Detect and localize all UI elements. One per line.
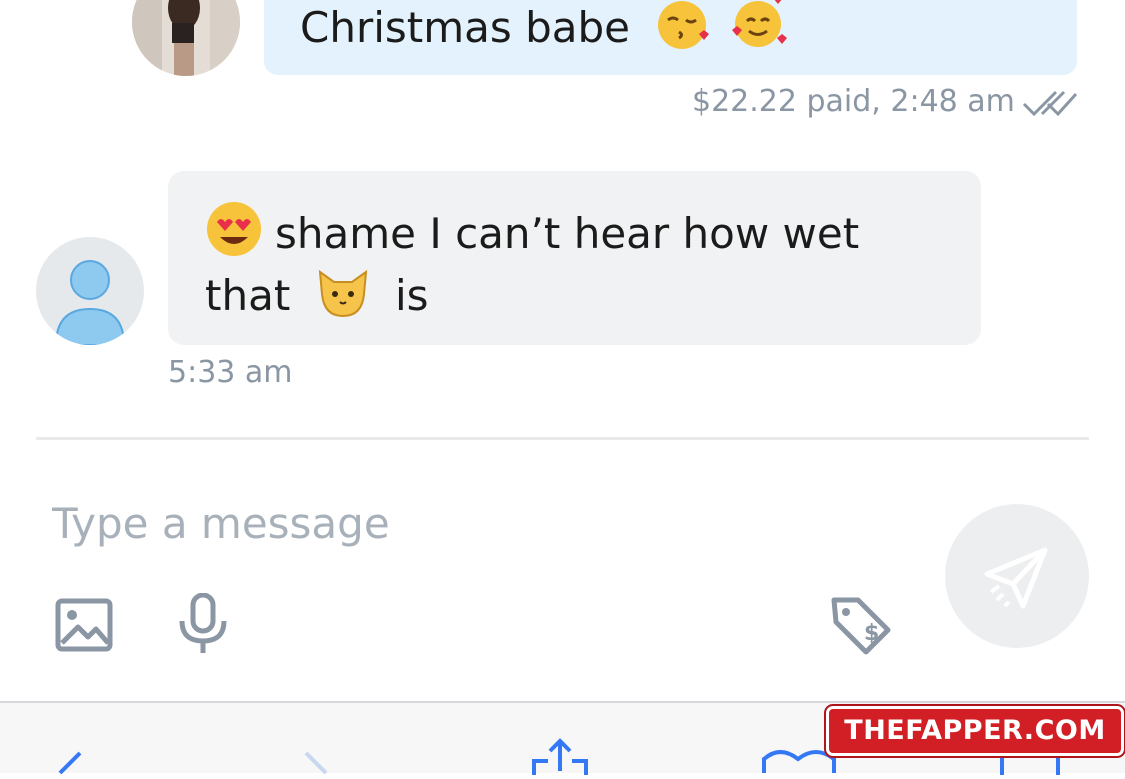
cat-face-icon: [314, 262, 372, 334]
received-message-time: 5:33 am: [168, 355, 293, 390]
sent-message-body: Christmas babe: [300, 3, 631, 52]
svg-text:$: $: [864, 621, 879, 646]
voice-message-button[interactable]: [172, 592, 234, 655]
set-price-button[interactable]: $: [828, 592, 891, 655]
contact-avatar[interactable]: [36, 237, 144, 345]
price-tag-icon: $: [831, 597, 891, 655]
received-message-line-1-text: shame I can’t hear how wet: [275, 209, 860, 258]
sender-avatar[interactable]: [132, 0, 240, 76]
avatar-photo: [132, 0, 240, 76]
send-button[interactable]: [945, 504, 1089, 648]
smiling-face-with-hearts-icon: [727, 0, 789, 64]
site-watermark: THEFAPPER.COM: [826, 706, 1124, 756]
share-icon[interactable]: [530, 737, 590, 779]
back-arrow-icon[interactable]: [50, 751, 90, 779]
composer-divider: [36, 437, 1089, 440]
forward-arrow-icon[interactable]: [298, 751, 338, 779]
add-media-button[interactable]: [54, 595, 116, 657]
received-message-line-2-start: that: [205, 271, 291, 320]
message-input[interactable]: [36, 490, 932, 556]
send-paper-plane-icon: [984, 547, 1048, 609]
image-icon: [55, 598, 113, 652]
sent-message-text: Christmas babe: [300, 0, 789, 64]
sent-message-meta: $22.22 paid, 2:48 am: [692, 84, 1015, 119]
received-message-line-2: that is: [205, 262, 429, 334]
received-message-line-2-end: is: [395, 271, 429, 320]
microphone-icon: [179, 592, 227, 653]
kissing-face-icon: [655, 0, 713, 64]
default-user-icon: [54, 260, 126, 345]
double-check-icon: [1022, 88, 1078, 118]
